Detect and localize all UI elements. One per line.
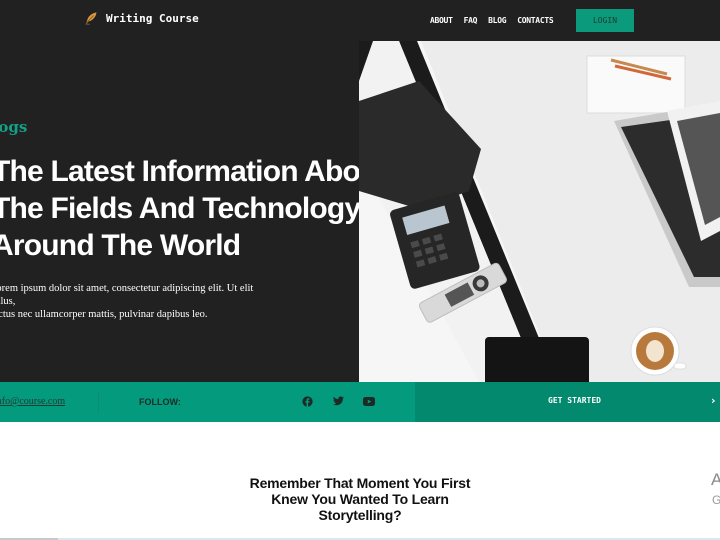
nav-faq[interactable]: FAQ xyxy=(464,16,478,25)
get-started-button[interactable]: GET STARTED › xyxy=(415,382,720,422)
brand-name: Writing Course xyxy=(106,11,199,25)
nav-about[interactable]: ABOUT xyxy=(430,16,453,25)
main-nav: ABOUT FAQ BLOG CONTACTS xyxy=(430,0,564,40)
email-link[interactable]: info@course.com xyxy=(0,396,65,407)
section-question: Remember That Moment You First Knew You … xyxy=(200,475,520,523)
login-button[interactable]: LOGIN xyxy=(576,9,634,32)
band-divider xyxy=(98,392,99,414)
get-started-label: GET STARTED xyxy=(548,396,601,405)
twitter-link[interactable] xyxy=(331,394,345,408)
twitter-icon xyxy=(332,396,344,406)
hero-description: Lorem ipsum dolor sit amet, consectetur … xyxy=(0,282,280,321)
youtube-icon xyxy=(363,396,375,406)
hero-section: Writing Course ABOUT FAQ BLOG CONTACTS L… xyxy=(0,0,720,382)
brand[interactable]: Writing Course xyxy=(84,11,199,25)
question-line: Remember That Moment You First xyxy=(249,475,471,491)
facebook-link[interactable] xyxy=(300,394,314,408)
nav-contacts[interactable]: CONTACTS xyxy=(517,16,553,25)
facebook-icon xyxy=(301,395,313,407)
feather-quill-icon xyxy=(85,12,97,25)
description-line: Lorem ipsum dolor sit amet, consectetur … xyxy=(0,283,254,307)
youtube-link[interactable] xyxy=(362,394,376,408)
notepad xyxy=(586,55,686,114)
description-line: luctus nec ullamcorper mattis, pulvinar … xyxy=(0,309,208,320)
follow-label: FOLLOW: xyxy=(139,397,181,407)
info-band: info@course.com FOLLOW: GET STARTED › xyxy=(0,382,720,422)
desk-photo-illustration xyxy=(359,41,720,382)
nav-blog[interactable]: BLOG xyxy=(488,16,506,25)
question-line: Storytelling? xyxy=(318,507,402,523)
hero-image xyxy=(359,41,720,382)
peek-heading: A xyxy=(711,470,720,489)
tablet xyxy=(485,337,589,382)
peek-subheading: G xyxy=(712,493,720,507)
question-line: Knew You Wanted To Learn xyxy=(271,491,449,507)
chevron-right-icon: › xyxy=(711,394,716,407)
